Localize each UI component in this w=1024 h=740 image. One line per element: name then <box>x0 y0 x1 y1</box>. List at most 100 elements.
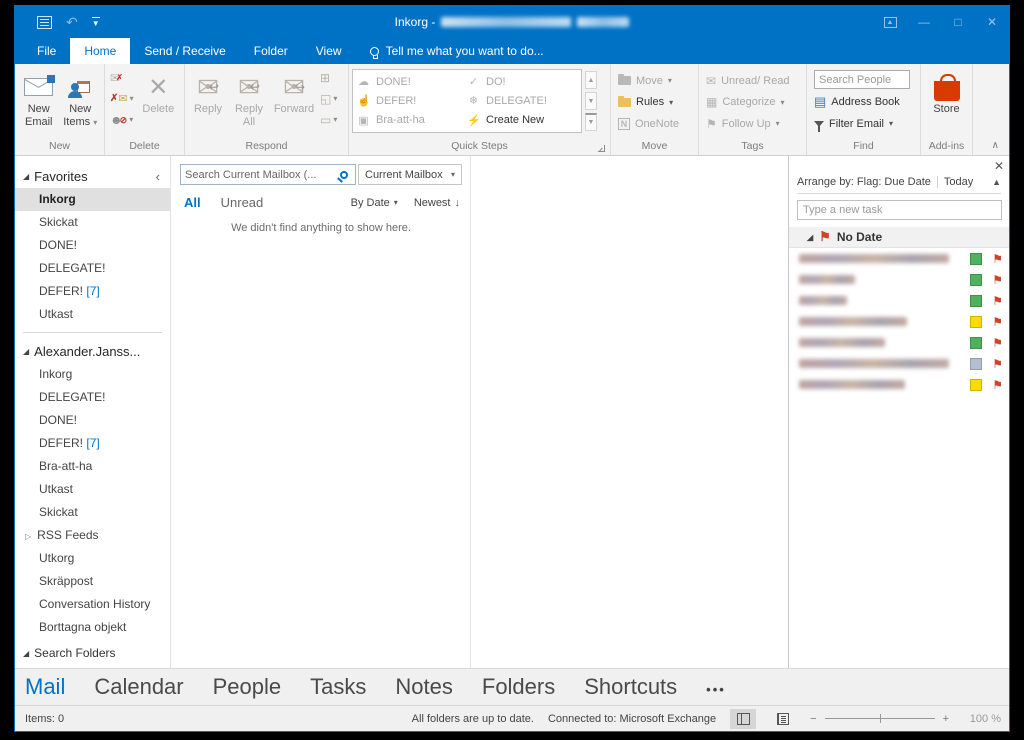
onenote-button[interactable]: NOneNote <box>618 114 679 133</box>
flag-icon[interactable]: ⚑ <box>992 294 1003 308</box>
folder-borttagna-objekt[interactable]: Borttagna objekt <box>15 616 170 639</box>
customize-qat-icon[interactable]: ▼ <box>92 17 100 28</box>
folder-utkast[interactable]: Utkast <box>15 478 170 501</box>
sort-order-button[interactable]: Newest↓ <box>414 197 460 209</box>
flag-icon[interactable]: ⚑ <box>992 252 1003 266</box>
task-row[interactable]: ⚑ <box>789 332 1009 353</box>
filter-tab-all[interactable]: All <box>184 195 201 210</box>
flag-icon[interactable]: ⚑ <box>992 357 1003 371</box>
close-todo-bar-icon[interactable]: ✕ <box>991 158 1007 174</box>
category-square[interactable] <box>970 295 982 307</box>
nav-more-button[interactable]: ••• <box>706 682 726 697</box>
filter-tab-unread[interactable]: Unread <box>221 195 264 210</box>
task-row[interactable]: ⚑ <box>789 269 1009 290</box>
folder-skickat-favorite[interactable]: Skickat <box>15 211 170 234</box>
category-square[interactable] <box>970 337 982 349</box>
nav-tasks[interactable]: Tasks <box>310 674 366 700</box>
task-row[interactable]: ⚑ <box>789 248 1009 269</box>
reading-view-button[interactable] <box>770 709 796 729</box>
store-button[interactable]: Store <box>924 67 969 116</box>
today-button[interactable]: Today <box>944 176 973 188</box>
task-row[interactable]: ⚑ <box>789 290 1009 311</box>
folder-utkorg[interactable]: Utkorg <box>15 547 170 570</box>
junk-button[interactable]: ☻⊘▾ <box>110 113 134 127</box>
im-icon[interactable]: ◱▾ <box>320 92 337 106</box>
close-button[interactable]: ✕ <box>975 6 1009 38</box>
search-mailbox-input[interactable] <box>181 169 340 181</box>
outlook-app-icon[interactable] <box>37 16 52 29</box>
quick-step-done[interactable]: ☁DONE! <box>357 72 467 91</box>
tell-me-box[interactable]: Tell me what you want to do... <box>370 38 544 64</box>
category-square[interactable] <box>970 316 982 328</box>
unread-read-button[interactable]: ✉Unread/ Read <box>706 71 790 90</box>
minimize-button[interactable]: — <box>907 6 941 38</box>
more-respond-icon[interactable]: ▭▾ <box>320 113 337 127</box>
maximize-button[interactable]: □ <box>941 6 975 38</box>
ignore-button[interactable]: ✉✗ <box>110 71 134 85</box>
folder-defer-favorite[interactable]: DEFER! [7] <box>15 280 170 303</box>
folder-inkorg-favorite[interactable]: Inkorg <box>15 188 170 211</box>
favorites-header[interactable]: ◢ Favorites ‹ <box>15 164 170 188</box>
nav-calendar[interactable]: Calendar <box>94 674 183 700</box>
meeting-icon[interactable]: ⊞ <box>320 71 337 85</box>
nav-notes[interactable]: Notes <box>395 674 452 700</box>
quick-step-defer[interactable]: ☝DEFER! <box>357 91 467 110</box>
follow-up-button[interactable]: ⚑Follow Up▾ <box>706 114 790 133</box>
forward-button[interactable]: ✉↪ Forward <box>270 67 318 116</box>
collapse-ribbon-icon[interactable]: ∧ <box>992 140 999 151</box>
new-task-input[interactable] <box>797 200 1002 220</box>
folder-utkast-favorite[interactable]: Utkast <box>15 303 170 326</box>
quick-steps-more-button[interactable]: ▼ <box>585 113 597 131</box>
new-items-button[interactable]: NewItems ▾ <box>60 67 102 129</box>
quick-steps-scroll-down[interactable]: ▼ <box>585 92 597 110</box>
categorize-button[interactable]: ▦Categorize▾ <box>706 93 790 112</box>
clean-up-button[interactable]: ✗✉▾ <box>110 92 134 106</box>
quick-step-bra-att-ha[interactable]: ▣Bra-att-ha <box>357 111 467 130</box>
sort-by-date-button[interactable]: By Date▾ <box>351 197 398 209</box>
quick-step-do[interactable]: ✓DO! <box>467 72 577 91</box>
search-folders-header[interactable]: ◢ Search Folders <box>15 641 170 665</box>
flag-icon[interactable]: ⚑ <box>992 315 1003 329</box>
folder-defer[interactable]: DEFER! [7] <box>15 432 170 455</box>
normal-view-button[interactable] <box>730 709 756 729</box>
zoom-slider[interactable] <box>825 718 935 719</box>
folder-conversation-history[interactable]: Conversation History <box>15 593 170 616</box>
filter-email-button[interactable]: Filter Email▾ <box>814 114 910 133</box>
flag-icon[interactable]: ⚑ <box>992 336 1003 350</box>
todo-group-no-date[interactable]: ◢ ⚑ No Date <box>789 227 1009 248</box>
nav-mail[interactable]: Mail <box>25 674 65 700</box>
flag-icon[interactable]: ⚑ <box>992 378 1003 392</box>
sort-ascending-icon[interactable]: ▲ <box>992 177 1001 187</box>
quick-step-create-new[interactable]: ⚡Create New <box>467 111 577 130</box>
tab-send-receive[interactable]: Send / Receive <box>130 38 239 64</box>
rules-button[interactable]: Rules▾ <box>618 93 679 112</box>
minimize-folder-pane-icon[interactable]: ‹ <box>156 169 160 184</box>
tab-folder[interactable]: Folder <box>240 38 302 64</box>
move-button[interactable]: Move▾ <box>618 71 679 90</box>
reply-button[interactable]: ✉↩ Reply <box>188 67 228 116</box>
new-email-button[interactable]: NewEmail <box>18 67 60 129</box>
delete-button[interactable]: ✕ Delete <box>136 67 181 116</box>
undo-icon[interactable]: ↶ <box>66 15 78 29</box>
search-scope-dropdown[interactable]: Current Mailbox ▾ <box>358 164 462 185</box>
category-square[interactable] <box>970 379 982 391</box>
folder-delegate-favorite[interactable]: DELEGATE! <box>15 257 170 280</box>
folder-skickat[interactable]: Skickat <box>15 501 170 524</box>
folder-done[interactable]: DONE! <box>15 409 170 432</box>
flag-icon[interactable]: ⚑ <box>992 273 1003 287</box>
folder-delegate[interactable]: DELEGATE! <box>15 386 170 409</box>
category-square[interactable] <box>970 253 982 265</box>
quick-steps-dialog-launcher-icon[interactable] <box>598 145 605 152</box>
category-square[interactable] <box>970 274 982 286</box>
zoom-out-button[interactable]: − <box>810 713 816 725</box>
nav-shortcuts[interactable]: Shortcuts <box>584 674 677 700</box>
address-book-button[interactable]: ▤Address Book <box>814 92 910 111</box>
arrange-by-button[interactable]: Arrange by: Flag: Due Date <box>797 176 931 188</box>
zoom-level[interactable]: 100 % <box>963 713 1001 725</box>
folder-skrappost[interactable]: Skräppost <box>15 570 170 593</box>
folder-inkorg[interactable]: Inkorg <box>15 363 170 386</box>
tab-view[interactable]: View <box>302 38 356 64</box>
task-row[interactable]: ⚑ <box>789 353 1009 374</box>
search-people-input[interactable] <box>814 70 910 89</box>
ribbon-display-options-button[interactable]: ▲ <box>873 6 907 38</box>
